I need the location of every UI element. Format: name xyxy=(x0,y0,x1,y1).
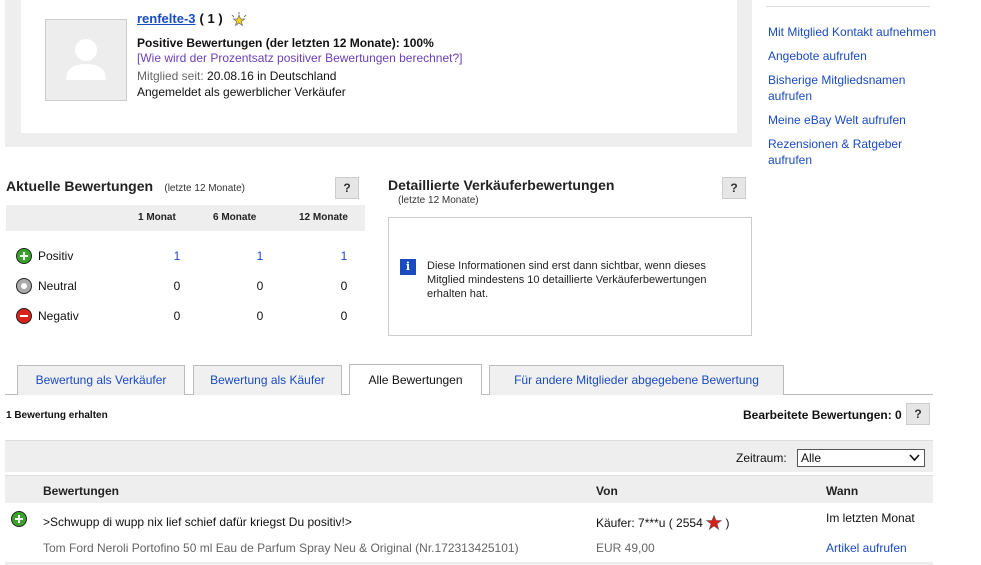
detailed-ratings-help-button[interactable]: ? xyxy=(722,177,746,199)
edited-feedback-help-button[interactable]: ? xyxy=(906,403,930,425)
current-ratings-title: Aktuelle Bewertungen xyxy=(6,178,154,194)
current-ratings-heading: Aktuelle Bewertungen (letzte 12 Monate) xyxy=(6,178,245,194)
feedback-when: Im letzten Monat xyxy=(826,511,915,525)
reviews-guides-link[interactable]: Rezensionen & Ratgeber aufrufen xyxy=(768,136,938,168)
feedback-from: Käufer: 7***u ( 2554 ) xyxy=(596,514,730,531)
member-since-value: 20.08.16 in Deutschland xyxy=(207,69,337,83)
feedback-comment: >Schwupp di wupp nix lief schief dafür k… xyxy=(43,515,352,529)
negative-icon xyxy=(16,308,32,324)
detailed-ratings-subtitle: (letzte 12 Monate) xyxy=(398,195,479,206)
red-star-icon xyxy=(705,514,723,531)
calc-explanation-link[interactable]: [Wie wird der Prozentsatz positiver Bewe… xyxy=(137,51,463,65)
negative-label: Negativ xyxy=(38,309,79,323)
tab-feedback-left-for-others[interactable]: Für andere Mitglieder abgegebene Bewertu… xyxy=(489,365,784,395)
col-header-from: Von xyxy=(596,484,618,498)
avatar-placeholder-icon xyxy=(66,39,106,80)
neutral-icon xyxy=(16,278,32,294)
neutral-12m: 0 xyxy=(340,279,348,293)
feedback-table-header xyxy=(5,475,933,503)
avatar xyxy=(45,19,127,101)
buyer-score-close: ) xyxy=(725,516,730,530)
seller-type: Angemeldet als gewerblicher Verkäufer xyxy=(137,85,346,99)
view-items-link[interactable]: Angebote aufrufen xyxy=(768,48,938,64)
contact-member-link[interactable]: Mit Mitglied Kontakt aufnehmen xyxy=(768,24,938,40)
positive-label: Positiv xyxy=(38,249,74,263)
info-icon: i xyxy=(400,259,416,275)
ratings-column-header: 1 Monat 6 Monate 12 Monate xyxy=(6,205,365,231)
positive-12m[interactable]: 1 xyxy=(329,249,359,263)
current-ratings-help-button[interactable]: ? xyxy=(335,177,359,199)
period-label: Zeitraum: xyxy=(736,451,787,465)
col-header-feedback: Bewertungen xyxy=(43,484,120,498)
username-link[interactable]: renfelte-3 xyxy=(137,11,196,26)
neutral-6m: 0 xyxy=(256,279,264,293)
neutral-label: Neutral xyxy=(38,279,77,293)
col-1-month: 1 Monat xyxy=(138,212,176,223)
positive-icon xyxy=(16,248,32,264)
rating-row-negative: Negativ 0 0 0 xyxy=(16,307,361,327)
previous-usernames-link[interactable]: Bisherige Mitgliedsnamen aufrufen xyxy=(768,72,938,104)
detailed-ratings-title: Detaillierte Verkäuferbewertungen xyxy=(388,177,615,193)
buyer-name[interactable]: Käufer: 7***u ( 2554 xyxy=(596,516,703,530)
positive-1m[interactable]: 1 xyxy=(162,249,192,263)
col-header-when: Wann xyxy=(826,484,859,498)
sidebar-divider xyxy=(766,6,930,7)
member-since: Mitglied seit: 20.08.16 in Deutschland xyxy=(137,69,336,83)
col-6-months: 6 Monate xyxy=(213,212,257,223)
positive-icon xyxy=(11,511,27,527)
view-item-link[interactable]: Artikel aufrufen xyxy=(826,541,907,555)
feedback-score[interactable]: ( 1 ) xyxy=(200,11,223,26)
filter-bar xyxy=(5,440,933,472)
tab-all-feedback[interactable]: Alle Bewertungen xyxy=(349,364,482,395)
positive-percentage: Positive Bewertungen (der letzten 12 Mon… xyxy=(137,36,434,50)
period-select[interactable]: Alle xyxy=(797,449,925,467)
received-count: 1 Bewertung erhalten xyxy=(6,410,108,421)
negative-12m: 0 xyxy=(340,309,348,323)
tab-buyer-feedback[interactable]: Bewertung als Käufer xyxy=(193,365,342,395)
negative-1m: 0 xyxy=(173,309,181,323)
negative-6m: 0 xyxy=(256,309,264,323)
positive-6m[interactable]: 1 xyxy=(245,249,275,263)
edited-feedback-count: Bearbeitete Bewertungen: 0 xyxy=(743,408,902,422)
profile-card xyxy=(21,0,737,133)
my-world-link[interactable]: Meine eBay Welt aufrufen xyxy=(768,112,938,128)
col-12-months: 12 Monate xyxy=(299,212,348,223)
feedback-star-icon xyxy=(231,11,247,27)
detailed-ratings-message: Diese Informationen sind erst dann sicht… xyxy=(427,260,707,300)
period-select-value: Alle xyxy=(801,451,822,465)
member-since-label: Mitglied seit: xyxy=(137,69,204,83)
item-price: EUR 49,00 xyxy=(596,541,655,555)
tab-seller-feedback[interactable]: Bewertung als Verkäufer xyxy=(17,365,185,395)
item-title: Tom Ford Neroli Portofino 50 ml Eau de P… xyxy=(43,541,519,555)
username-line: renfelte-3 ( 1 ) xyxy=(137,11,248,28)
chevron-down-icon xyxy=(909,454,920,462)
rating-row-neutral: Neutral 0 0 0 xyxy=(16,277,361,297)
rating-row-positive: Positiv 1 1 1 xyxy=(16,247,361,267)
sidebar-links: Mit Mitglied Kontakt aufnehmen Angebote … xyxy=(768,24,938,176)
neutral-1m: 0 xyxy=(173,279,181,293)
current-ratings-subtitle: (letzte 12 Monate) xyxy=(164,183,245,194)
